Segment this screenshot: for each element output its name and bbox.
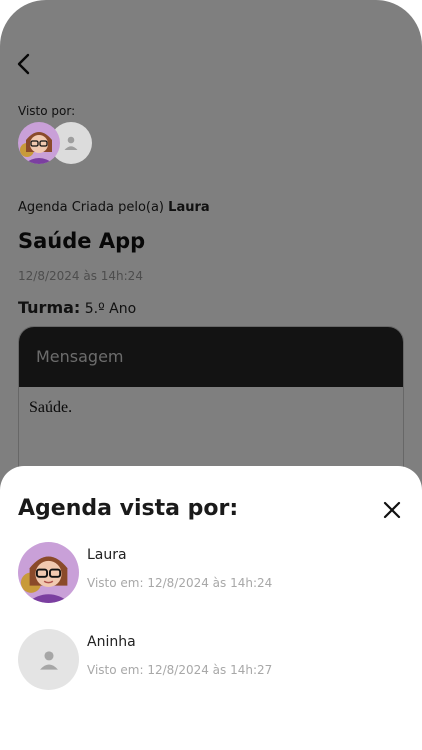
viewer-seen-time: Visto em: 12/8/2024 às 14h:27 <box>87 663 273 677</box>
user-placeholder-icon <box>39 650 58 670</box>
avatar-aninha <box>18 629 79 690</box>
viewer-name: Aninha <box>87 634 136 650</box>
viewer-name: Laura <box>87 547 127 563</box>
close-icon <box>383 501 401 519</box>
seen-by-sheet: Agenda vista por: Laura Visto em: 12/8/2… <box>0 466 422 750</box>
cartoon-avatar-icon <box>18 542 79 603</box>
viewer-item: Laura Visto em: 12/8/2024 às 14h:24 <box>18 542 408 604</box>
user-placeholder-icon <box>64 136 78 150</box>
sheet-title: Agenda vista por: <box>18 496 239 521</box>
avatar-laura <box>18 542 79 603</box>
viewer-item: Aninha Visto em: 12/8/2024 às 14h:27 <box>18 629 408 691</box>
screen: Visto por: Agenda Criada pelo(a) Laura S… <box>0 0 422 750</box>
cartoon-avatar-icon <box>18 122 60 164</box>
viewer-seen-time: Visto em: 12/8/2024 às 14h:24 <box>87 576 273 590</box>
avatar-laura-small <box>18 122 60 164</box>
close-button[interactable] <box>378 496 406 524</box>
